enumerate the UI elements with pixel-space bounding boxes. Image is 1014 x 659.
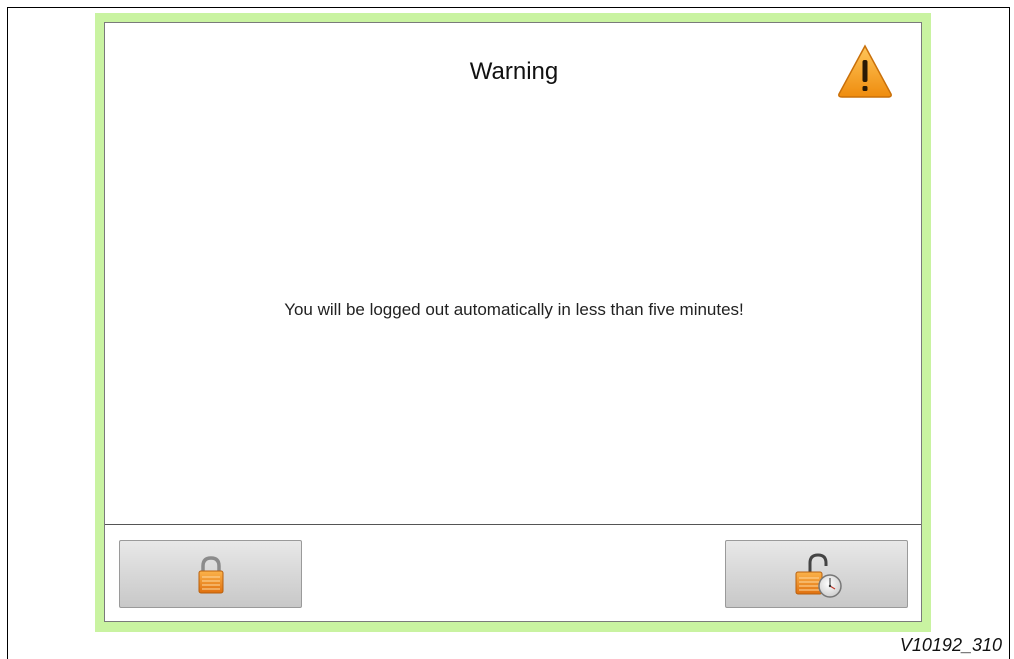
warning-dialog: Warning You will be logged out automatic… <box>104 22 922 622</box>
figure-page: Warning You will be logged out automatic… <box>0 0 1014 659</box>
padlock-open-timer-icon <box>795 553 842 598</box>
logout-warning-message: You will be logged out automatically in … <box>284 300 744 319</box>
footer-divider <box>105 524 921 525</box>
warning-triangle-icon <box>838 44 892 98</box>
padlock-closed-icon <box>198 556 224 594</box>
dialog-title: Warning <box>469 58 559 85</box>
lock-button[interactable] <box>119 540 302 608</box>
extend-session-button[interactable] <box>725 540 908 608</box>
figure-id-label: V10192_310 <box>899 635 1002 655</box>
